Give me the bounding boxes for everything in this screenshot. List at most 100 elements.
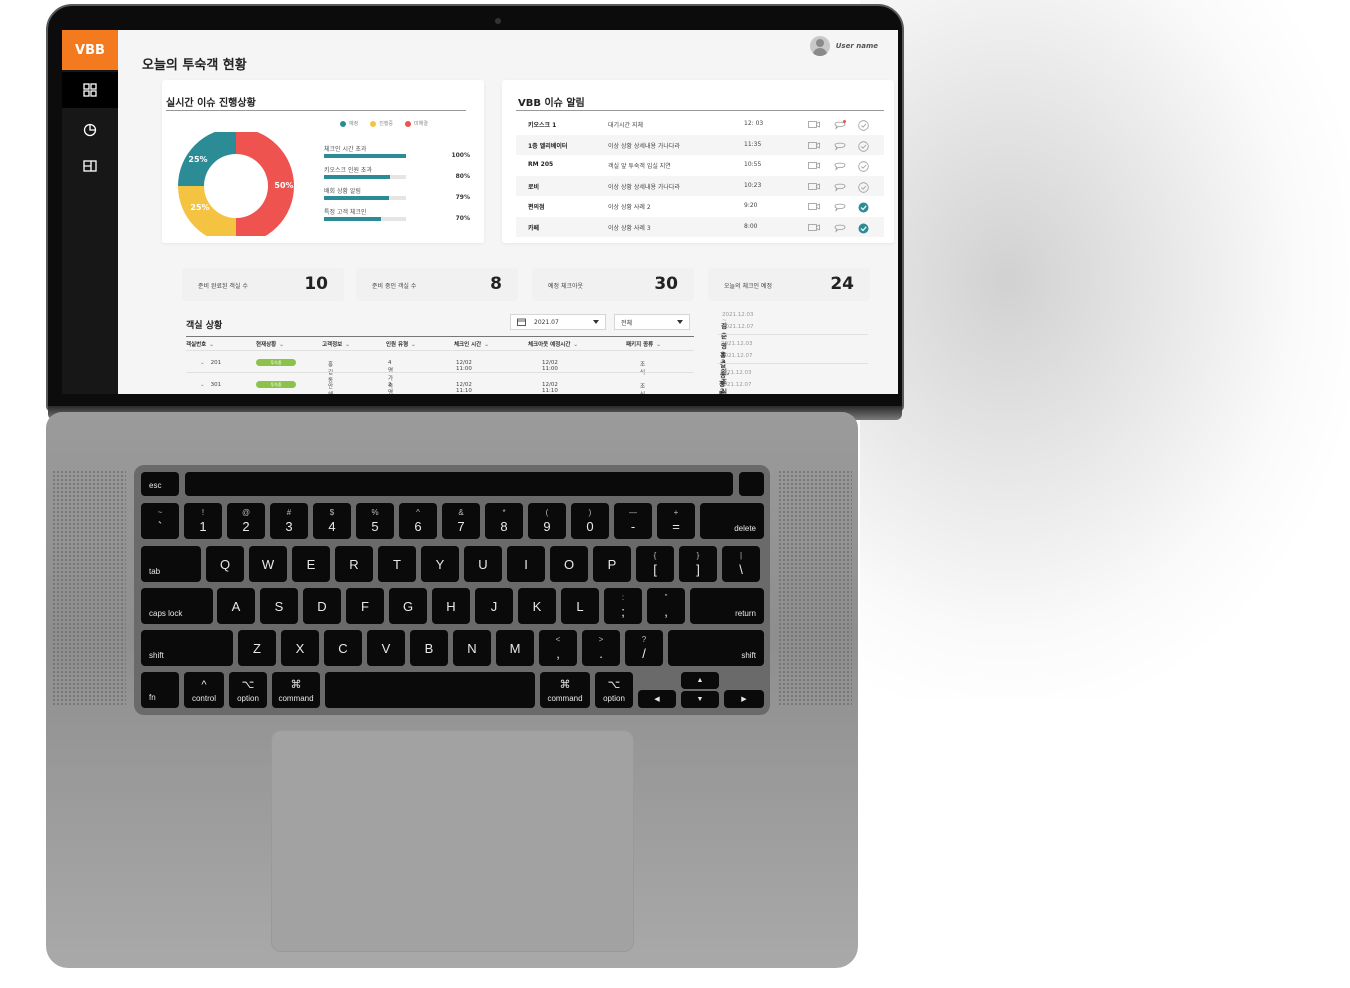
touch-id-key[interactable]	[739, 472, 764, 496]
key-x[interactable]: X	[281, 630, 319, 666]
chat-bubble-icon[interactable]	[834, 161, 846, 173]
alert-row[interactable]: 카페 이상 상황 사례 3 8:00	[516, 216, 884, 237]
table-header-cell[interactable]: 체크인 시간 ⌄	[454, 340, 489, 348]
key-v[interactable]: V	[367, 630, 405, 666]
key-m[interactable]: M	[496, 630, 534, 666]
key-bracket-0[interactable]: {[	[636, 546, 674, 582]
esc-key[interactable]: esc	[141, 472, 179, 496]
key-`[interactable]: ~ `	[141, 503, 179, 539]
date-filter-select[interactable]: 2021.07	[510, 314, 606, 330]
table-header-cell[interactable]: 패키지 종류 ⌄	[626, 340, 661, 348]
check-circle-filled-icon[interactable]	[858, 223, 869, 236]
key-punct-1[interactable]: ",	[647, 588, 685, 624]
key-2[interactable]: @2	[227, 503, 265, 539]
logo[interactable]: VBB	[62, 30, 118, 70]
space-bar[interactable]	[325, 672, 535, 708]
key-=[interactable]: + =	[657, 503, 695, 539]
key-8[interactable]: * 8	[485, 503, 523, 539]
expand-chevron-icon[interactable]: ⌄	[200, 382, 205, 388]
key-6[interactable]: ^ 6	[399, 503, 437, 539]
table-header-cell[interactable]: 인원 유형 ⌄	[386, 340, 416, 348]
table-header-cell[interactable]: 객실번호 ⌄	[186, 340, 214, 348]
key--[interactable]: — -	[614, 503, 652, 539]
key-punct-bottom-2[interactable]: ? /	[625, 630, 663, 666]
key-t[interactable]: T	[378, 546, 416, 582]
key-7[interactable]: & 7	[442, 503, 480, 539]
key-punct-0[interactable]: :;	[604, 588, 642, 624]
key-n[interactable]: N	[453, 630, 491, 666]
check-circle-icon[interactable]	[858, 161, 869, 174]
key-j[interactable]: J	[475, 588, 513, 624]
delete-key[interactable]: delete	[700, 503, 764, 539]
key-3[interactable]: #3	[270, 503, 308, 539]
key-k[interactable]: K	[518, 588, 556, 624]
arrow-left-key[interactable]: ◀	[638, 690, 676, 708]
table-header-cell[interactable]: 현재상황 ⌄	[256, 340, 284, 348]
fn-key[interactable]: fn	[141, 672, 179, 708]
key-d[interactable]: D	[303, 588, 341, 624]
check-circle-icon[interactable]	[858, 120, 869, 133]
command-left-key[interactable]: ⌘ command	[272, 672, 320, 708]
key-w[interactable]: W	[249, 546, 287, 582]
video-camera-icon[interactable]	[808, 120, 820, 131]
key-punct-bottom-0[interactable]: <,	[539, 630, 577, 666]
caps-lock-key[interactable]: caps lock	[141, 588, 213, 624]
return-key[interactable]: return	[690, 588, 764, 624]
key-q[interactable]: Q	[206, 546, 244, 582]
shift-right-key[interactable]: shift	[668, 630, 764, 666]
shift-left-key[interactable]: shift	[141, 630, 233, 666]
expand-chevron-icon[interactable]: ⌄	[200, 360, 205, 366]
chat-bubble-icon[interactable]	[834, 182, 846, 194]
key-bracket-2[interactable]: | \	[722, 546, 760, 582]
video-camera-icon[interactable]	[808, 202, 820, 213]
key-c[interactable]: C	[324, 630, 362, 666]
alert-row[interactable]: 편의점 이상 상황 사례 2 9:20	[516, 196, 884, 216]
key-l[interactable]: L	[561, 588, 599, 624]
key-1[interactable]: ! 1	[184, 503, 222, 539]
video-camera-icon[interactable]	[808, 141, 820, 152]
arrow-right-key[interactable]: ▶	[724, 690, 764, 708]
key-z[interactable]: Z	[238, 630, 276, 666]
trackpad[interactable]	[271, 730, 634, 952]
alert-row[interactable]: RM 205 객실 앞 투숙객 입실 지연 10:55	[516, 155, 884, 175]
check-circle-icon[interactable]	[858, 181, 869, 195]
key-bracket-1[interactable]: }]	[679, 546, 717, 582]
tab-key[interactable]: tab	[141, 546, 201, 582]
check-circle-icon[interactable]	[858, 140, 869, 154]
sidebar-item-statistics[interactable]	[62, 112, 118, 148]
table-header-cell[interactable]: 고객정보 ⌄	[322, 340, 350, 348]
key-h[interactable]: H	[432, 588, 470, 624]
key-i[interactable]: I	[507, 546, 545, 582]
key-u[interactable]: U	[464, 546, 502, 582]
option-right-key[interactable]: ⌥ option	[595, 672, 633, 708]
video-camera-icon[interactable]	[808, 223, 820, 234]
table-header-cell[interactable]: 체크아웃 예정시간 ⌄	[528, 340, 578, 348]
key-5[interactable]: % 5	[356, 503, 394, 539]
key-y[interactable]: Y	[421, 546, 459, 582]
arrow-up-key[interactable]: ▲	[681, 672, 719, 689]
video-camera-icon[interactable]	[808, 182, 820, 193]
command-right-key[interactable]: ⌘ command	[540, 672, 590, 708]
alert-row[interactable]: 1층 엘리베이터 이상 상황 상세내용 가나다라 11:35	[516, 134, 884, 155]
chat-bubble-icon[interactable]	[834, 202, 846, 214]
touch-bar[interactable]	[185, 472, 733, 496]
key-9[interactable]: (9	[528, 503, 566, 539]
sidebar-item-dashboard[interactable]	[62, 72, 118, 108]
key-b[interactable]: B	[410, 630, 448, 666]
arrow-down-key[interactable]: ▼	[681, 691, 719, 708]
key-r[interactable]: R	[335, 546, 373, 582]
option-left-key[interactable]: ⌥ option	[229, 672, 267, 708]
key-g[interactable]: G	[389, 588, 427, 624]
check-circle-filled-icon[interactable]	[858, 202, 869, 215]
key-s[interactable]: S	[260, 588, 298, 624]
key-0[interactable]: ) 0	[571, 503, 609, 539]
control-key[interactable]: ^ control	[184, 672, 224, 708]
chat-bubble-icon[interactable]	[834, 141, 846, 153]
key-f[interactable]: F	[346, 588, 384, 624]
key-o[interactable]: O	[550, 546, 588, 582]
type-filter-select[interactable]: 전체	[614, 314, 690, 330]
video-camera-icon[interactable]	[808, 161, 820, 172]
alert-row[interactable]: 키오스크 1 대기시간 지체 12: 03	[516, 114, 884, 134]
key-p[interactable]: P	[593, 546, 631, 582]
chat-bubble-icon[interactable]	[834, 120, 846, 132]
